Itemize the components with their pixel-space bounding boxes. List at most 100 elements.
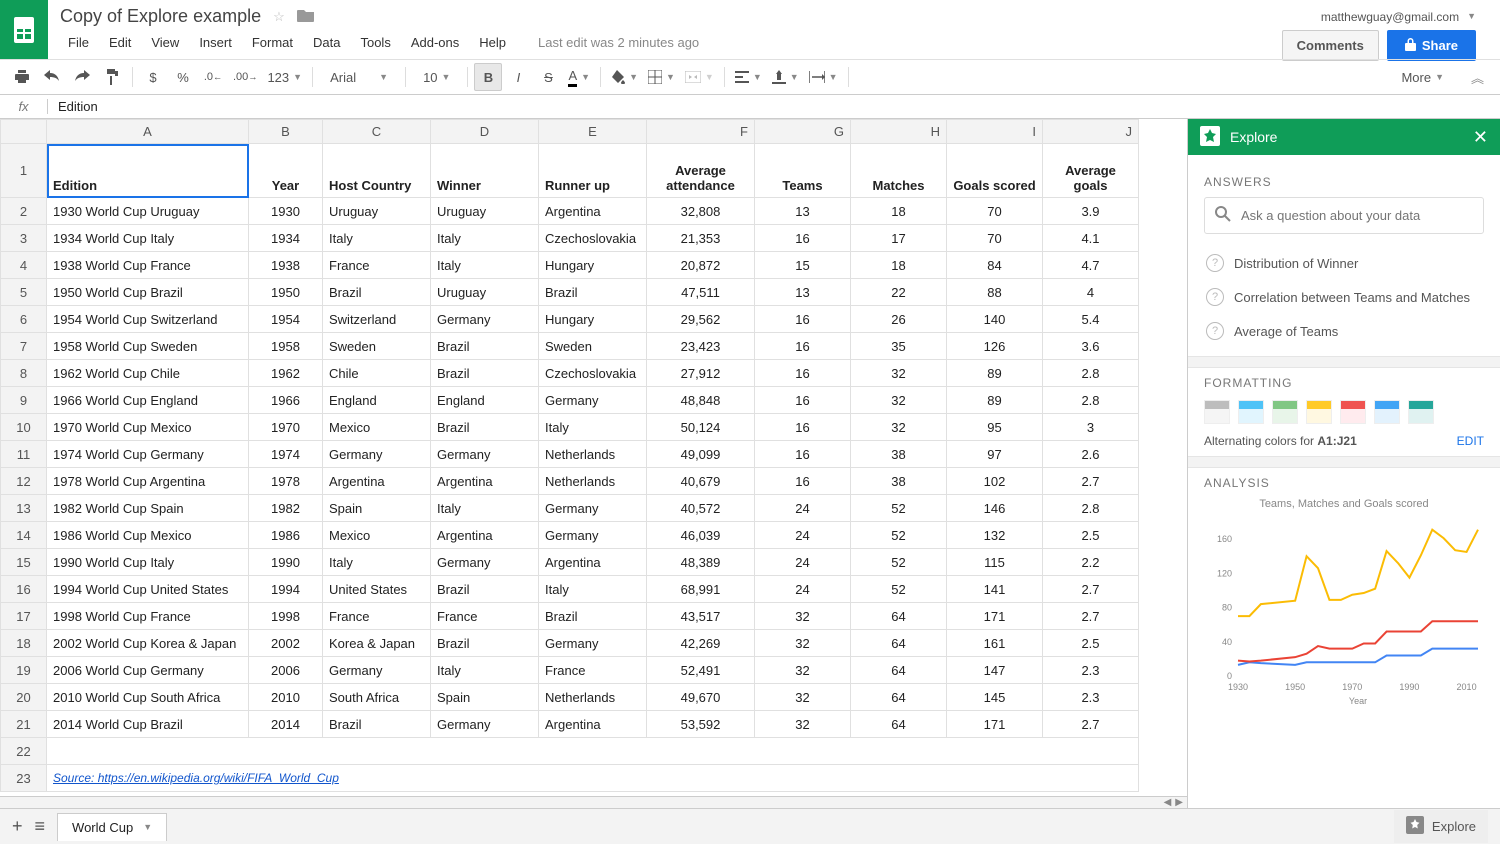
cell[interactable]: 49,099 — [647, 441, 755, 468]
row-header-21[interactable]: 21 — [1, 711, 47, 738]
cell[interactable]: 2014 World Cup Brazil — [47, 711, 249, 738]
cell[interactable]: 141 — [947, 576, 1043, 603]
cell[interactable]: Germany — [323, 657, 431, 684]
cell[interactable]: 4.7 — [1043, 252, 1139, 279]
italic-button[interactable]: I — [504, 63, 532, 91]
cell[interactable]: Brazil — [431, 333, 539, 360]
doc-title[interactable]: Copy of Explore example — [60, 6, 261, 27]
cell[interactable]: 24 — [755, 495, 851, 522]
cell[interactable]: France — [323, 603, 431, 630]
row-header-10[interactable]: 10 — [1, 414, 47, 441]
cell[interactable]: 32 — [851, 387, 947, 414]
merge-cells-button[interactable]: ▼ — [681, 63, 718, 91]
cell[interactable]: Brazil — [431, 360, 539, 387]
percent-icon[interactable]: % — [169, 63, 197, 91]
formula-input[interactable]: Edition — [48, 99, 108, 114]
cell[interactable]: 1962 — [249, 360, 323, 387]
cell[interactable]: 2002 — [249, 630, 323, 657]
cell[interactable]: 24 — [755, 522, 851, 549]
cell[interactable]: 64 — [851, 603, 947, 630]
cell[interactable]: 13 — [755, 198, 851, 225]
col-header-I[interactable]: I — [947, 120, 1043, 144]
row-header-9[interactable]: 9 — [1, 387, 47, 414]
cell[interactable]: 102 — [947, 468, 1043, 495]
valign-button[interactable]: ▼ — [768, 63, 803, 91]
cell[interactable]: Germany — [539, 522, 647, 549]
user-menu-caret-icon[interactable]: ▼ — [1467, 11, 1476, 21]
suggestion-item[interactable]: ?Distribution of Winner — [1204, 246, 1484, 280]
cell[interactable]: England — [431, 387, 539, 414]
cell[interactable]: 1974 World Cup Germany — [47, 441, 249, 468]
row-header-16[interactable]: 16 — [1, 576, 47, 603]
cell[interactable]: 16 — [755, 468, 851, 495]
row-header-3[interactable]: 3 — [1, 225, 47, 252]
cell[interactable]: 1950 World Cup Brazil — [47, 279, 249, 306]
cell[interactable]: 18 — [851, 198, 947, 225]
cell[interactable]: 1978 World Cup Argentina — [47, 468, 249, 495]
suggestion-item[interactable]: ?Average of Teams — [1204, 314, 1484, 348]
color-swatch[interactable] — [1238, 400, 1264, 424]
cell[interactable]: Italy — [539, 414, 647, 441]
cell[interactable]: 68,991 — [647, 576, 755, 603]
cell[interactable]: 4.1 — [1043, 225, 1139, 252]
cell[interactable]: Germany — [539, 630, 647, 657]
cell[interactable]: 126 — [947, 333, 1043, 360]
cell[interactable]: 1986 World Cup Mexico — [47, 522, 249, 549]
cell[interactable]: Argentina — [539, 549, 647, 576]
explore-launcher-button[interactable]: Explore — [1394, 810, 1488, 843]
cell[interactable]: 88 — [947, 279, 1043, 306]
cell[interactable]: France — [431, 603, 539, 630]
cell[interactable]: 64 — [851, 684, 947, 711]
cell[interactable]: 21,353 — [647, 225, 755, 252]
folder-icon[interactable] — [297, 8, 315, 25]
cell[interactable]: 2.7 — [1043, 576, 1139, 603]
cell[interactable]: Argentina — [431, 522, 539, 549]
cell[interactable]: 32 — [755, 630, 851, 657]
cell[interactable]: Czechoslovakia — [539, 360, 647, 387]
cell[interactable]: 27,912 — [647, 360, 755, 387]
redo-icon[interactable] — [68, 63, 96, 91]
fill-color-button[interactable]: ▼ — [607, 63, 642, 91]
edit-link[interactable]: EDIT — [1457, 434, 1484, 448]
row-header-20[interactable]: 20 — [1, 684, 47, 711]
cell[interactable]: 95 — [947, 414, 1043, 441]
color-swatch[interactable] — [1306, 400, 1332, 424]
cell[interactable]: France — [323, 252, 431, 279]
color-swatch[interactable] — [1408, 400, 1434, 424]
cell[interactable]: Brazil — [539, 279, 647, 306]
cell[interactable]: Argentina — [539, 711, 647, 738]
explore-search[interactable] — [1204, 197, 1484, 234]
row-header-6[interactable]: 6 — [1, 306, 47, 333]
menu-file[interactable]: File — [60, 31, 97, 54]
cell[interactable]: Uruguay — [431, 198, 539, 225]
cell[interactable]: Italy — [323, 549, 431, 576]
cell[interactable]: 2.8 — [1043, 387, 1139, 414]
print-icon[interactable] — [8, 63, 36, 91]
header-cell[interactable]: Goals scored — [947, 144, 1043, 198]
toolbar-more-button[interactable]: More ▼ — [1393, 63, 1452, 91]
cell[interactable]: Germany — [431, 711, 539, 738]
fx-icon[interactable]: fx — [0, 99, 48, 114]
cell[interactable]: 2.2 — [1043, 549, 1139, 576]
cell[interactable]: 20,872 — [647, 252, 755, 279]
row-header-18[interactable]: 18 — [1, 630, 47, 657]
cell[interactable]: 1938 — [249, 252, 323, 279]
row-header-5[interactable]: 5 — [1, 279, 47, 306]
cell[interactable]: 22 — [851, 279, 947, 306]
col-header-J[interactable]: J — [1043, 120, 1139, 144]
cell[interactable]: 3.9 — [1043, 198, 1139, 225]
share-button[interactable]: Share — [1387, 30, 1476, 61]
row-header-7[interactable]: 7 — [1, 333, 47, 360]
cell[interactable]: 17 — [851, 225, 947, 252]
cell[interactable]: Hungary — [539, 306, 647, 333]
row-header-17[interactable]: 17 — [1, 603, 47, 630]
cell[interactable]: United States — [323, 576, 431, 603]
cell[interactable]: 4 — [1043, 279, 1139, 306]
increase-decimal-icon[interactable]: .00→ — [229, 63, 261, 91]
cell[interactable]: 24 — [755, 549, 851, 576]
menu-insert[interactable]: Insert — [191, 31, 240, 54]
halign-button[interactable]: ▼ — [731, 63, 766, 91]
col-header-F[interactable]: F — [647, 120, 755, 144]
header-cell[interactable]: Teams — [755, 144, 851, 198]
cell[interactable]: 32 — [755, 603, 851, 630]
